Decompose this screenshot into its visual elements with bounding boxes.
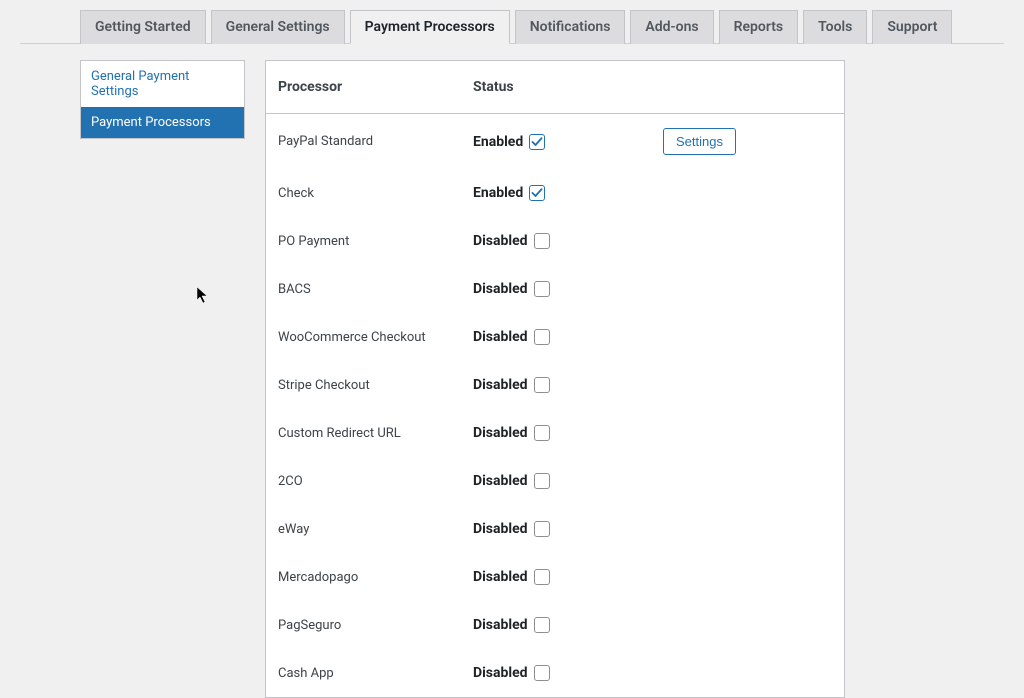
processor-status: Disabled	[473, 617, 663, 633]
processor-status: Disabled	[473, 281, 663, 297]
status-label: Disabled	[473, 281, 528, 297]
processor-name: Stripe Checkout	[278, 378, 473, 393]
processor-row: WooCommerce CheckoutDisabled	[266, 313, 844, 361]
processor-name: PO Payment	[278, 234, 473, 249]
processor-row: 2CODisabled	[266, 457, 844, 505]
column-header-processor: Processor	[278, 79, 473, 95]
processor-row: PayPal StandardEnabled Settings	[266, 114, 844, 169]
primary-tabs: Getting StartedGeneral SettingsPayment P…	[20, 10, 1004, 44]
status-label: Disabled	[473, 473, 528, 489]
settings-button[interactable]: Settings	[663, 128, 736, 155]
processor-name: PayPal Standard	[278, 134, 473, 149]
status-label: Enabled	[473, 185, 523, 201]
enable-checkbox[interactable]	[534, 569, 550, 585]
processor-status: Disabled	[473, 425, 663, 441]
tab-general-settings[interactable]: General Settings	[211, 10, 345, 44]
tab-reports[interactable]: Reports	[719, 10, 799, 44]
enable-checkbox[interactable]	[529, 134, 545, 150]
status-label: Disabled	[473, 521, 528, 537]
processor-name: eWay	[278, 522, 473, 537]
settings-subnav: General Payment SettingsPayment Processo…	[80, 60, 245, 139]
processor-row: eWayDisabled	[266, 505, 844, 553]
processor-row: Cash AppDisabled	[266, 649, 844, 697]
subnav-item-payment-processors[interactable]: Payment Processors	[81, 107, 244, 138]
tab-add-ons[interactable]: Add-ons	[630, 10, 713, 44]
status-label: Disabled	[473, 665, 528, 681]
processor-row: BACSDisabled	[266, 265, 844, 313]
processor-name: Cash App	[278, 666, 473, 681]
processor-status: Disabled	[473, 233, 663, 249]
status-label: Disabled	[473, 425, 528, 441]
processor-name: PagSeguro	[278, 618, 473, 633]
processor-status: Disabled	[473, 377, 663, 393]
processor-name: 2CO	[278, 474, 473, 489]
enable-checkbox[interactable]	[534, 473, 550, 489]
status-label: Enabled	[473, 134, 523, 150]
status-label: Disabled	[473, 377, 528, 393]
enable-checkbox[interactable]	[534, 521, 550, 537]
processor-name: Check	[278, 186, 473, 201]
processor-row: CheckEnabled	[266, 169, 844, 217]
processor-row: PO PaymentDisabled	[266, 217, 844, 265]
processor-row: MercadopagoDisabled	[266, 553, 844, 601]
column-header-status: Status	[473, 79, 514, 95]
status-label: Disabled	[473, 329, 528, 345]
enable-checkbox[interactable]	[529, 185, 545, 201]
status-label: Disabled	[473, 569, 528, 585]
processor-status: Disabled	[473, 521, 663, 537]
processor-status: Disabled	[473, 473, 663, 489]
tab-notifications[interactable]: Notifications	[515, 10, 626, 44]
processor-name: Mercadopago	[278, 570, 473, 585]
tab-tools[interactable]: Tools	[803, 10, 867, 44]
enable-checkbox[interactable]	[534, 617, 550, 633]
processor-action: Settings	[663, 128, 736, 155]
subnav-item-general-payment-settings[interactable]: General Payment Settings	[81, 61, 244, 107]
panel-header: Processor Status	[266, 61, 844, 114]
enable-checkbox[interactable]	[534, 425, 550, 441]
tab-payment-processors[interactable]: Payment Processors	[350, 10, 510, 44]
processor-name: WooCommerce Checkout	[278, 330, 473, 345]
processor-name: BACS	[278, 282, 473, 297]
processor-name: Custom Redirect URL	[278, 426, 473, 441]
enable-checkbox[interactable]	[534, 377, 550, 393]
processor-row: Stripe CheckoutDisabled	[266, 361, 844, 409]
processor-status: Disabled	[473, 569, 663, 585]
enable-checkbox[interactable]	[534, 281, 550, 297]
processor-row: PagSeguroDisabled	[266, 601, 844, 649]
status-label: Disabled	[473, 617, 528, 633]
processor-status: Disabled	[473, 665, 663, 681]
enable-checkbox[interactable]	[534, 233, 550, 249]
processor-row: Custom Redirect URLDisabled	[266, 409, 844, 457]
tab-support[interactable]: Support	[872, 10, 952, 44]
processor-status: Enabled	[473, 185, 663, 201]
status-label: Disabled	[473, 233, 528, 249]
enable-checkbox[interactable]	[534, 665, 550, 681]
processor-status: Enabled	[473, 134, 663, 150]
tab-getting-started[interactable]: Getting Started	[80, 10, 206, 44]
enable-checkbox[interactable]	[534, 329, 550, 345]
processors-panel: Processor Status PayPal StandardEnabledS…	[265, 60, 845, 698]
processor-status: Disabled	[473, 329, 663, 345]
